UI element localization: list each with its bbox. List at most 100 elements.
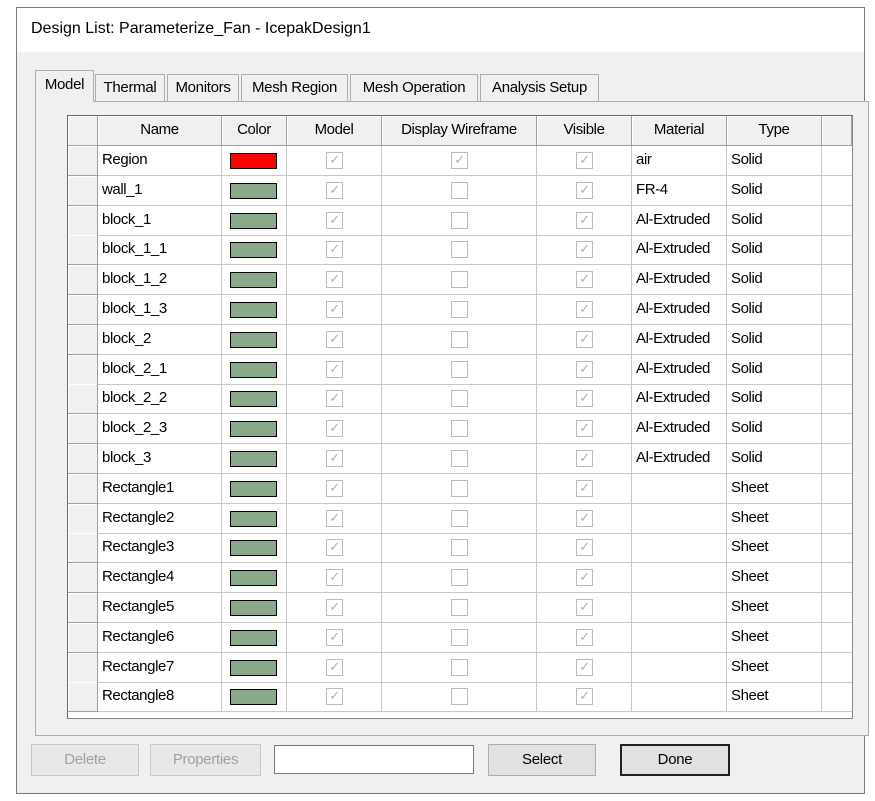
table-row[interactable]: Rectangle4 ✓ ✓ Sheet (68, 563, 854, 594)
wireframe-checkbox[interactable] (451, 360, 468, 378)
table-row[interactable]: wall_1 ✓ ✓ FR-4 Solid (68, 175, 854, 206)
table-row[interactable]: block_2 ✓ ✓ Al-Extruded Solid (68, 324, 854, 355)
wireframe-checkbox[interactable] (451, 569, 468, 587)
row-selector[interactable] (68, 652, 98, 683)
row-selector[interactable] (68, 354, 98, 385)
visible-checkbox[interactable]: ✓ (576, 509, 593, 527)
color-swatch[interactable] (230, 182, 277, 199)
visible-checkbox[interactable]: ✓ (576, 688, 593, 706)
color-swatch[interactable] (230, 153, 277, 169)
visible-checkbox[interactable]: ✓ (576, 271, 593, 289)
visible-checkbox[interactable]: ✓ (576, 479, 593, 497)
table-row[interactable]: Rectangle3 ✓ ✓ Sheet (68, 533, 854, 564)
column-header-color[interactable]: Color (222, 116, 287, 146)
column-header-name[interactable]: Name (98, 116, 222, 146)
visible-checkbox[interactable]: ✓ (576, 539, 593, 557)
row-selector[interactable] (68, 235, 98, 266)
model-checkbox[interactable]: ✓ (326, 569, 343, 587)
wireframe-checkbox[interactable] (451, 539, 468, 557)
tab-mesh-operation[interactable]: Mesh Operation (350, 74, 478, 101)
table-row[interactable]: Rectangle5 ✓ ✓ Sheet (68, 593, 854, 623)
table-row[interactable]: Rectangle6 ✓ ✓ Sheet (68, 622, 854, 653)
wireframe-checkbox[interactable] (451, 658, 468, 676)
tab-model[interactable]: Model (35, 70, 94, 102)
row-selector[interactable] (68, 414, 98, 445)
model-checkbox[interactable]: ✓ (326, 330, 343, 348)
visible-checkbox[interactable]: ✓ (576, 628, 593, 646)
delete-button[interactable]: Delete (31, 744, 139, 776)
table-row[interactable]: block_3 ✓ ✓ Al-Extruded Solid (68, 444, 854, 474)
model-checkbox[interactable]: ✓ (326, 658, 343, 676)
model-checkbox[interactable]: ✓ (326, 688, 343, 706)
visible-checkbox[interactable]: ✓ (576, 360, 593, 378)
color-swatch[interactable] (230, 391, 277, 408)
column-header-model[interactable]: Model (287, 116, 382, 146)
visible-checkbox[interactable]: ✓ (576, 181, 593, 199)
wireframe-checkbox[interactable] (451, 509, 468, 527)
model-checkbox[interactable]: ✓ (326, 271, 343, 289)
wireframe-checkbox[interactable] (451, 271, 468, 289)
color-swatch[interactable] (230, 600, 277, 616)
model-checkbox[interactable]: ✓ (326, 390, 343, 408)
row-selector[interactable] (68, 622, 98, 653)
tab-analysis-setup[interactable]: Analysis Setup (480, 74, 599, 101)
select-button[interactable]: Select (488, 744, 596, 776)
column-header-display-wireframe[interactable]: Display Wireframe (382, 116, 537, 146)
table-row[interactable]: block_2_3 ✓ ✓ Al-Extruded Solid (68, 414, 854, 445)
table-row[interactable]: block_1_2 ✓ ✓ Al-Extruded Solid (68, 265, 854, 296)
row-selector[interactable] (68, 324, 98, 355)
wireframe-checkbox[interactable] (451, 301, 468, 318)
row-selector[interactable] (68, 384, 98, 415)
model-checkbox[interactable]: ✓ (326, 301, 343, 318)
visible-checkbox[interactable]: ✓ (576, 241, 593, 259)
select-filter-input[interactable] (274, 745, 474, 774)
visible-checkbox[interactable]: ✓ (576, 152, 593, 169)
row-selector[interactable] (68, 444, 98, 474)
model-checkbox[interactable]: ✓ (326, 420, 343, 438)
visible-checkbox[interactable]: ✓ (576, 390, 593, 408)
wireframe-checkbox[interactable] (451, 390, 468, 408)
column-header-type[interactable]: Type (727, 116, 822, 146)
color-swatch[interactable] (230, 302, 277, 318)
tab-monitors[interactable]: Monitors (167, 74, 239, 101)
properties-button[interactable]: Properties (150, 744, 261, 776)
row-selector[interactable] (68, 563, 98, 594)
wireframe-checkbox[interactable] (451, 241, 468, 259)
visible-checkbox[interactable]: ✓ (576, 420, 593, 438)
table-row[interactable]: block_1_3 ✓ ✓ Al-Extruded Solid (68, 295, 854, 325)
color-swatch[interactable] (230, 540, 277, 557)
model-checkbox[interactable]: ✓ (326, 628, 343, 646)
model-checkbox[interactable]: ✓ (326, 450, 343, 467)
wireframe-checkbox[interactable] (451, 688, 468, 706)
tab-mesh-region[interactable]: Mesh Region (241, 74, 348, 101)
column-header-material[interactable]: Material (632, 116, 727, 146)
model-checkbox[interactable]: ✓ (326, 479, 343, 497)
wireframe-checkbox[interactable] (451, 330, 468, 348)
model-checkbox[interactable]: ✓ (326, 152, 343, 169)
model-checkbox[interactable]: ✓ (326, 360, 343, 378)
color-swatch[interactable] (230, 331, 277, 348)
table-row[interactable]: block_1 ✓ ✓ Al-Extruded Solid (68, 205, 854, 236)
wireframe-checkbox[interactable]: ✓ (451, 152, 468, 169)
visible-checkbox[interactable]: ✓ (576, 211, 593, 229)
model-checkbox[interactable]: ✓ (326, 241, 343, 259)
color-swatch[interactable] (230, 212, 277, 229)
row-selector[interactable] (68, 682, 98, 713)
model-checkbox[interactable]: ✓ (326, 181, 343, 199)
table-row[interactable]: block_2_1 ✓ ✓ Al-Extruded Solid (68, 354, 854, 385)
model-checkbox[interactable]: ✓ (326, 599, 343, 616)
row-selector[interactable] (68, 146, 98, 176)
row-selector[interactable] (68, 473, 98, 504)
color-swatch[interactable] (230, 272, 277, 289)
row-selector[interactable] (68, 265, 98, 296)
color-swatch[interactable] (230, 361, 277, 378)
color-swatch[interactable] (230, 629, 277, 646)
wireframe-checkbox[interactable] (451, 420, 468, 438)
tab-thermal[interactable]: Thermal (95, 74, 165, 101)
color-swatch[interactable] (230, 510, 277, 527)
wireframe-checkbox[interactable] (451, 628, 468, 646)
color-swatch[interactable] (230, 480, 277, 497)
model-checkbox[interactable]: ✓ (326, 509, 343, 527)
table-row[interactable]: Region ✓ ✓ ✓ air Solid (68, 146, 854, 176)
table-row[interactable]: Rectangle2 ✓ ✓ Sheet (68, 503, 854, 534)
